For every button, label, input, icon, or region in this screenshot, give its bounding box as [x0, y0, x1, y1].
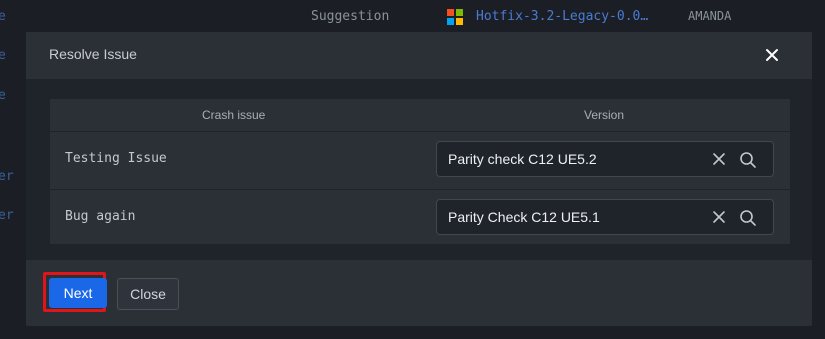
- dialog-body: Crash issue Version Testing Issue Parity…: [26, 79, 812, 260]
- background-suggestion-label: Suggestion: [311, 9, 390, 24]
- windows-icon: [447, 9, 463, 25]
- clear-icon[interactable]: [712, 152, 726, 166]
- background-header-row: Suggestion Hotfix-3.2-Legacy-0.0… AMANDA: [0, 0, 825, 32]
- search-icon[interactable]: [739, 151, 757, 169]
- close-icon[interactable]: [762, 45, 782, 65]
- column-header-version: Version: [584, 108, 625, 122]
- background-edge-text: er: [0, 169, 14, 184]
- version-select[interactable]: Parity check C12 UE5.2: [436, 141, 774, 177]
- search-icon[interactable]: [739, 209, 757, 227]
- background-edge-text: e: [0, 48, 6, 63]
- background-hotfix-link[interactable]: Hotfix-3.2-Legacy-0.0…: [476, 9, 648, 24]
- version-value: Parity Check C12 UE5.1: [448, 209, 600, 225]
- dialog-title: Resolve Issue: [49, 46, 137, 62]
- background-edge-text: er: [0, 208, 14, 223]
- next-button[interactable]: Next: [49, 278, 107, 308]
- table-header: Crash issue Version: [50, 99, 790, 132]
- dialog-footer: Next Close: [26, 260, 812, 326]
- crash-issue-cell: Bug again: [65, 209, 136, 224]
- crash-issue-cell: Testing Issue: [65, 151, 167, 166]
- table-row: Testing Issue Parity check C12 UE5.2: [50, 132, 790, 188]
- background-edge-text: e: [0, 9, 6, 24]
- resolve-issue-dialog: Resolve Issue Crash issue Version Testin…: [26, 32, 812, 326]
- background-user-label: AMANDA: [688, 9, 732, 23]
- version-select[interactable]: Parity Check C12 UE5.1: [436, 199, 774, 235]
- dialog-header: Resolve Issue: [26, 32, 812, 79]
- version-value: Parity check C12 UE5.2: [448, 151, 597, 167]
- close-button[interactable]: Close: [117, 278, 179, 310]
- table-row: Bug again Parity Check C12 UE5.1: [50, 189, 790, 246]
- crash-issue-table: Crash issue Version Testing Issue Parity…: [50, 99, 790, 244]
- background-edge-text: e: [0, 88, 6, 103]
- column-header-crash-issue: Crash issue: [202, 108, 266, 122]
- clear-icon[interactable]: [712, 210, 726, 224]
